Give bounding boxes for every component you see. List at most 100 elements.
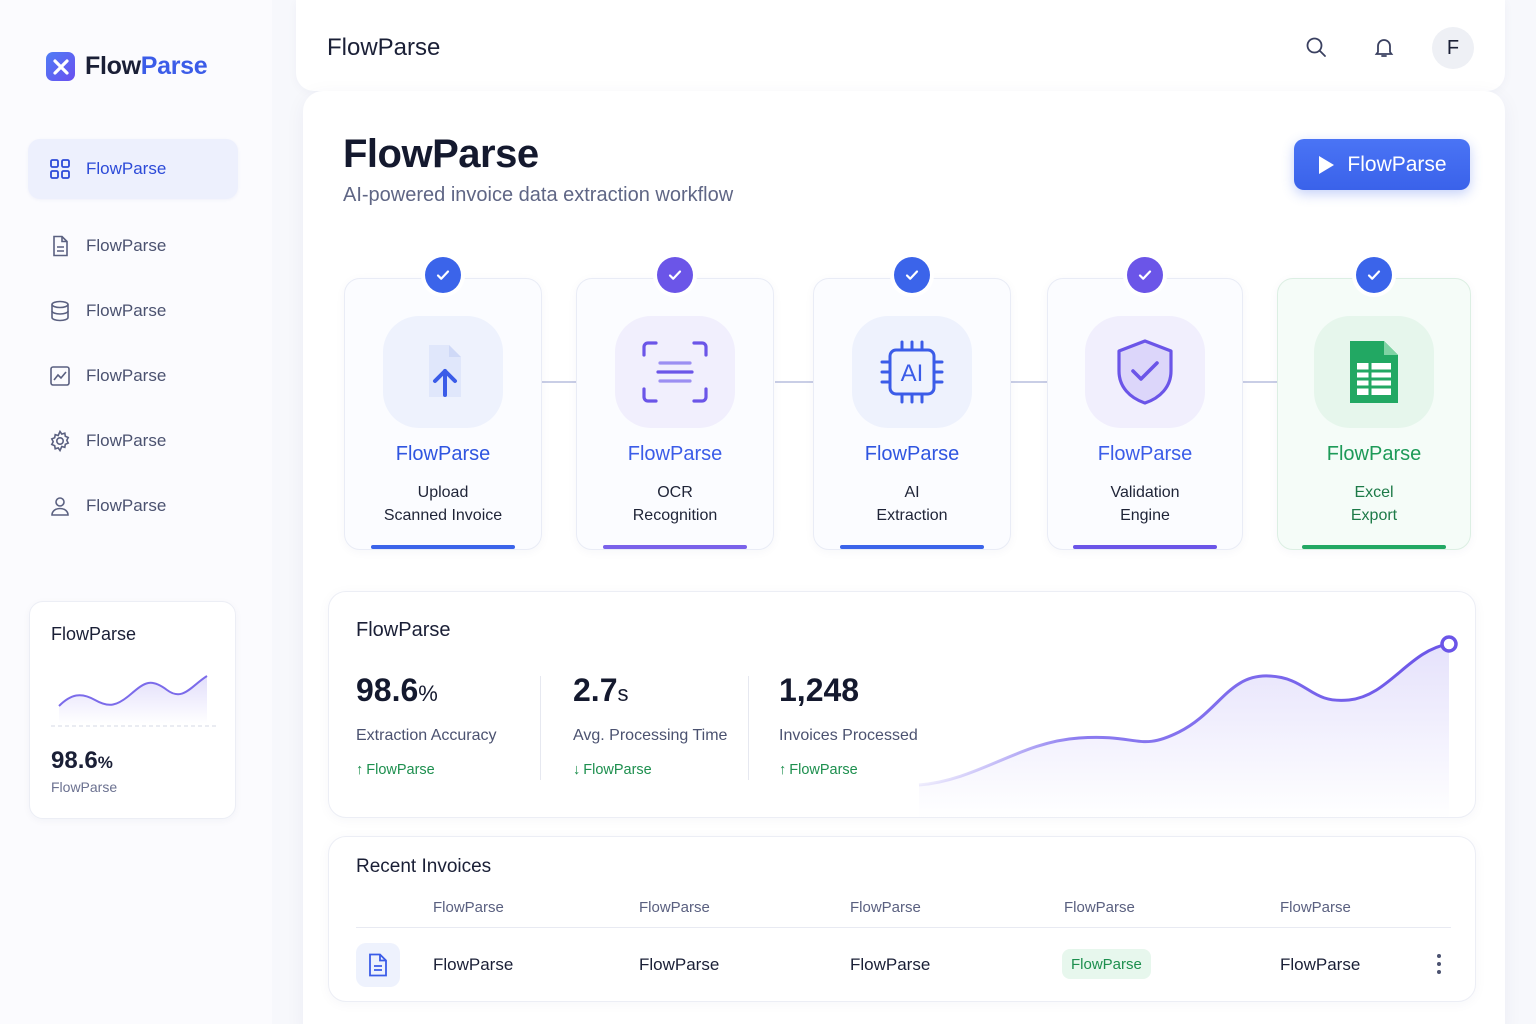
upload-file-icon [383,316,503,428]
stat-label: Extraction Accuracy [356,727,497,744]
table-title: Recent Invoices [356,856,492,877]
stat-value: 2.7s [573,672,629,708]
workflow-connector [1243,381,1277,383]
user-icon [51,497,69,516]
sidebar-item-label: FlowParse [86,496,167,515]
step-name: FlowParse [1097,443,1193,465]
check-icon [657,257,693,293]
stats-title: FlowParse [356,619,451,641]
shield-check-icon [1085,316,1205,428]
play-icon [1319,155,1335,174]
step-description: Upload Scanned Invoice [383,484,503,524]
step-progress-bar [1302,545,1446,549]
mini-sparkline [51,675,217,727]
status-badge: FlowParse [1062,949,1151,979]
sidebar-item-settings[interactable]: FlowParse [28,411,238,471]
run-workflow-button[interactable]: FlowParse [1294,139,1470,190]
workflow-step-upload[interactable]: FlowParse Upload Scanned Invoice [344,257,542,550]
sidebar-item-dashboard[interactable]: FlowParse [28,139,238,199]
document-icon [53,235,68,257]
arrow-up-icon: ↑ [779,762,787,778]
step-progress-bar [1073,545,1217,549]
table-cell: FlowParse [639,955,720,974]
step-progress-bar [840,545,984,549]
workflow-step-export[interactable]: FlowParse Excel Export [1277,257,1471,550]
table-cell: FlowParse [850,955,931,974]
ai-chip-icon: AI [852,316,972,428]
step-progress-bar [603,545,747,549]
trend-area-chart [918,635,1458,817]
step-name: FlowParse [864,443,960,465]
stat-accuracy: 98.6% Extraction Accuracy ↑ FlowParse [356,672,497,778]
sidebar-item-label: FlowParse [86,236,167,255]
recent-invoices-table: Recent Invoices FlowParse FlowParse Flow… [328,836,1476,1002]
workflow-connector [542,381,577,383]
sidebar-nav: FlowParse FlowParse FlowParse FlowParse … [28,139,238,541]
topbar: FlowParse F [296,0,1505,91]
scan-icon [615,316,735,428]
stat-value: 98.6% [356,672,438,708]
check-icon [894,257,930,293]
step-description: AI Extraction [876,484,948,524]
avatar[interactable]: F [1432,27,1474,69]
table-header[interactable]: FlowParse [639,899,710,916]
workflow-step-validation[interactable]: FlowParse Validation Engine [1047,257,1243,550]
invoice-file-icon [356,943,400,987]
step-description: Excel Export [1350,484,1398,524]
dashboard-grid-icon [50,159,70,179]
check-icon [1356,257,1392,293]
bell-icon[interactable] [1370,33,1398,61]
check-icon [425,257,461,293]
page-title: FlowParse [343,132,539,176]
table-header[interactable]: FlowParse [1064,899,1135,916]
table-cell: FlowParse [1280,955,1361,974]
table-header[interactable]: FlowParse [850,899,921,916]
step-name: FlowParse [627,443,723,465]
step-progress-bar [371,545,515,549]
logo-text: FlowParse [85,52,208,80]
sidebar-item-profile[interactable]: FlowParse [28,476,238,536]
sidebar-item-label: FlowParse [86,366,167,385]
mini-card-title: FlowParse [51,624,137,644]
gear-icon [50,429,70,453]
sidebar: FlowParse FlowParse FlowParse FlowParse … [0,0,272,1024]
mini-card-value: 98.6% [51,747,113,774]
accuracy-mini-card[interactable]: FlowParse 98.6% FlowParse [29,601,236,819]
step-description: Validation Engine [1110,484,1180,524]
table-cell[interactable]: FlowParse [433,955,513,975]
step-description: OCR Recognition [632,484,718,524]
workflow-step-ai-extraction[interactable]: AI FlowParse AI Extraction [813,257,1011,550]
step-name: FlowParse [395,443,491,465]
logo[interactable]: FlowParse [46,52,208,81]
sidebar-item-database[interactable]: FlowParse [28,281,238,341]
run-workflow-label: FlowParse [1347,152,1447,176]
divider [748,676,749,780]
check-icon [1127,257,1163,293]
mini-card-sub: FlowParse [51,779,118,795]
sidebar-item-label: FlowParse [86,159,167,178]
divider [540,676,541,780]
arrow-up-icon: ↑ [356,762,364,778]
topbar-title: FlowParse [327,34,441,61]
sidebar-item-documents[interactable]: FlowParse [28,216,238,276]
stats-card: FlowParse 98.6% Extraction Accuracy ↑ Flo… [328,591,1476,818]
main-panel: FlowParse AI-powered invoice data extrac… [303,91,1505,1024]
step-name: FlowParse [1326,443,1422,465]
page-subtitle: AI-powered invoice data extraction workf… [343,184,734,206]
search-icon[interactable] [1302,33,1330,61]
table-header[interactable]: FlowParse [1280,899,1351,916]
workflow-connector [1011,381,1047,383]
table-header[interactable]: FlowParse [433,899,504,916]
row-menu-icon[interactable] [1429,950,1449,978]
table-divider [356,927,1451,928]
stat-trend: ↓ FlowParse [573,762,652,778]
stat-processing-time: 2.7s Avg. Processing Time ↓ FlowParse [573,672,727,778]
workflow-step-ocr[interactable]: FlowParse OCR Recognition [576,257,774,550]
chart-icon [50,366,70,386]
logo-mark-icon [46,52,75,81]
arrow-down-icon: ↓ [573,762,581,778]
stat-trend: ↑ FlowParse [356,762,435,778]
sidebar-item-analytics[interactable]: FlowParse [28,346,238,406]
sidebar-item-label: FlowParse [86,301,167,320]
svg-text:AI: AI [901,360,924,387]
